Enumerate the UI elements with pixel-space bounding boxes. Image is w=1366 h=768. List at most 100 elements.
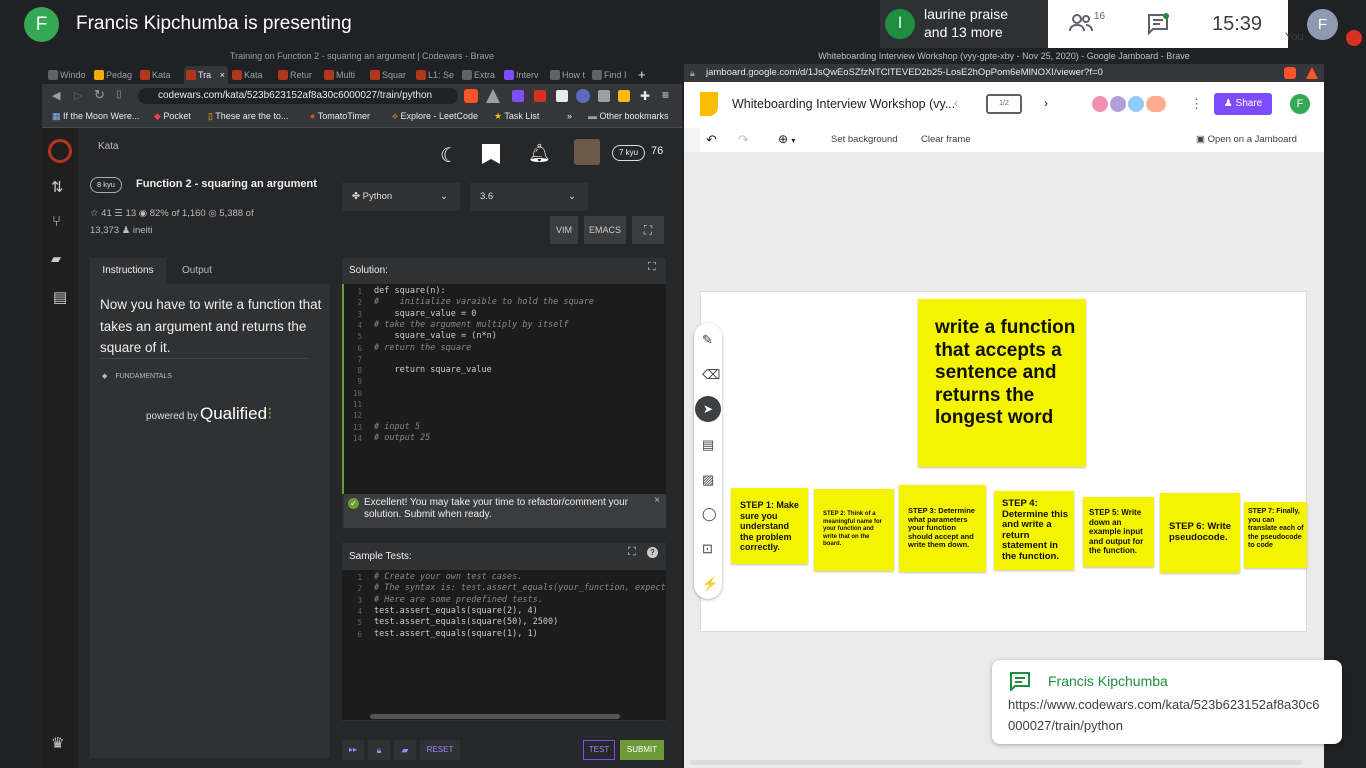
discuss-icon[interactable]: ▰ (394, 740, 416, 760)
back-icon[interactable]: ◀ (52, 89, 60, 102)
jamboard-doc-title[interactable]: Whiteboarding Interview Workshop (vy... (732, 97, 955, 111)
browser-tab[interactable]: Squar (368, 66, 412, 84)
image-icon[interactable]: ▨ (702, 472, 714, 488)
brave-shield-icon[interactable] (464, 89, 478, 103)
practice-icon[interactable]: ⇅ (51, 178, 64, 196)
browser-tab[interactable]: L1: Se (414, 66, 458, 84)
bookmark-item[interactable]: ◆ Pocket (154, 111, 191, 122)
bookmark-item[interactable]: ★ Task List (494, 111, 539, 122)
frame-counter[interactable]: 1/2 (986, 94, 1022, 114)
test-button[interactable]: TEST (583, 740, 615, 760)
sticky-note-step[interactable]: STEP 2: Think of a meaningful name for y… (814, 489, 894, 571)
open-on-jamboard-button[interactable]: ▣ Open on a Jamboard (1196, 134, 1297, 145)
tab-output[interactable]: Output (166, 258, 228, 284)
discuss-icon[interactable]: ▰ (51, 251, 61, 267)
bookmark-item[interactable]: ▯ These are the to... (208, 111, 288, 122)
qualified-logo[interactable]: Qualified⁝ (200, 404, 273, 424)
bookmark-page-icon[interactable]: ▯ (116, 89, 122, 100)
browser-tab[interactable]: Retur (276, 66, 320, 84)
brave-shield-icon[interactable] (1284, 67, 1296, 79)
expand-icon[interactable]: ⛶ (648, 261, 656, 274)
vim-mode-button[interactable]: VIM (550, 216, 578, 244)
sticky-note-icon[interactable]: ▤ (702, 437, 714, 453)
chat-icon[interactable] (1146, 12, 1170, 36)
select-cursor-icon[interactable]: ➤ (695, 396, 721, 422)
codewars-logo-icon[interactable] (48, 139, 72, 163)
zoom-icon[interactable]: ⊕ ▾ (778, 132, 795, 146)
trophy-icon[interactable]: ♛ (51, 734, 64, 752)
browser-tab[interactable]: Kata (138, 66, 182, 84)
browser-tab[interactable]: How t (548, 66, 590, 84)
notifications-bell-icon[interactable]: 🔔︎ (528, 143, 551, 164)
forward-icon[interactable]: ▷ (74, 89, 82, 102)
expand-icon[interactable]: ⛶ (628, 546, 636, 559)
sticky-note-step[interactable]: STEP 1: Make sure you understand the pro… (731, 488, 808, 564)
pen-icon[interactable]: ✎ (702, 332, 713, 348)
bookmark-item[interactable]: ⟡ Explore - LeetCode (392, 111, 478, 122)
language-select[interactable]: ✤ Python ⌄ (342, 183, 460, 211)
browser-tab[interactable]: Interv (502, 66, 546, 84)
next-frame-icon[interactable]: › (1044, 96, 1048, 110)
browser-tab[interactable]: Kata (230, 66, 274, 84)
clear-frame-button[interactable]: Clear frame (921, 134, 971, 145)
emacs-mode-button[interactable]: EMACS (584, 216, 626, 244)
reload-icon[interactable]: ↻ (94, 87, 105, 103)
bookmark-item[interactable]: ▦ If the Moon Were... (52, 111, 139, 122)
extension-icon[interactable] (534, 90, 546, 102)
kata-tag[interactable]: ◆ FUNDAMENTALS (102, 372, 172, 380)
extension-icon[interactable] (576, 89, 590, 103)
skip-icon[interactable]: ▸▸ (342, 740, 364, 760)
extensions-puzzle-icon[interactable]: ✚ (640, 89, 650, 103)
chat-message-link[interactable]: https://www.codewars.com/kata/523b623152… (1008, 694, 1326, 736)
sticky-note-step[interactable]: STEP 7: Finally, you can translate each … (1244, 502, 1307, 568)
sticky-note-step[interactable]: STEP 4: Determine this and write a retur… (994, 491, 1074, 570)
docs-icon[interactable]: ▤ (53, 288, 67, 306)
version-select[interactable]: 3.6 ⌄ (470, 183, 588, 211)
bookmark-item[interactable]: ● TomatoTimer (310, 111, 370, 121)
sticky-note-main[interactable]: write a function that accepts a sentence… (918, 299, 1086, 467)
browser-tab[interactable]: Extra (460, 66, 500, 84)
sticky-note-step[interactable]: STEP 5: Write down an example input and … (1083, 497, 1154, 567)
browser-menu-icon[interactable]: ≡ (662, 88, 669, 102)
browser-tab[interactable]: Pedag (92, 66, 136, 84)
dark-mode-icon[interactable]: ☾ (440, 143, 458, 168)
unlock-solutions-icon[interactable]: 🔒︎ (368, 740, 390, 760)
share-button[interactable]: ♟ Share (1214, 93, 1272, 115)
new-tab-button[interactable]: + (636, 66, 652, 84)
gmail-extension-icon[interactable] (618, 90, 630, 102)
close-icon[interactable]: × (654, 495, 660, 507)
horizontal-scrollbar[interactable] (370, 714, 620, 719)
browser-tab-active[interactable]: Tra × (184, 66, 228, 84)
laser-icon[interactable]: ⚡ (702, 576, 718, 592)
reset-button[interactable]: RESET (420, 740, 460, 760)
set-background-button[interactable]: Set background (831, 134, 898, 145)
fork-icon[interactable]: ⑂ (52, 213, 61, 230)
eraser-icon[interactable]: ⌫ (702, 367, 720, 383)
extension-icon[interactable] (556, 90, 568, 102)
right-url-input[interactable]: jamboard.google.com/d/1JsQwEoSZfzNTClTEV… (684, 64, 1324, 82)
people-icon[interactable] (1068, 11, 1094, 35)
more-options-icon[interactable]: ⋮ (1190, 96, 1203, 112)
shape-circle-icon[interactable]: ◯ (702, 506, 717, 522)
jamboard-logo-icon[interactable] (700, 92, 718, 116)
sticky-note-step[interactable]: STEP 3: Determine what parameters your f… (899, 485, 986, 572)
tab-close-icon[interactable]: × (220, 66, 225, 84)
tab-instructions[interactable]: Instructions (90, 258, 166, 284)
extension-icon[interactable] (512, 90, 524, 102)
user-avatar[interactable] (574, 139, 600, 165)
fullscreen-icon[interactable]: ⛶ (632, 216, 664, 244)
browser-tab[interactable]: Find I (590, 66, 634, 84)
help-icon[interactable]: ? (647, 547, 658, 558)
submit-button[interactable]: SUBMIT (620, 740, 664, 760)
kata-author[interactable]: ineiti (133, 225, 153, 236)
other-bookmarks[interactable]: ▬ Other bookmarks (588, 111, 669, 121)
horizontal-scrollbar[interactable] (690, 760, 1302, 765)
browser-tab[interactable]: Windo (46, 66, 90, 84)
previous-frame-icon[interactable]: ‹ (954, 96, 958, 110)
extension-icon[interactable] (598, 90, 610, 102)
redo-icon[interactable]: ↷ (738, 132, 749, 148)
left-url-input[interactable]: codewars.com/kata/523b623152af8a30c60000… (138, 88, 458, 104)
text-box-icon[interactable]: ⊡ (702, 541, 713, 557)
bookmarks-overflow-button[interactable]: » (567, 111, 572, 121)
sticky-note-step[interactable]: STEP 6: Write pseudocode. (1160, 493, 1240, 573)
